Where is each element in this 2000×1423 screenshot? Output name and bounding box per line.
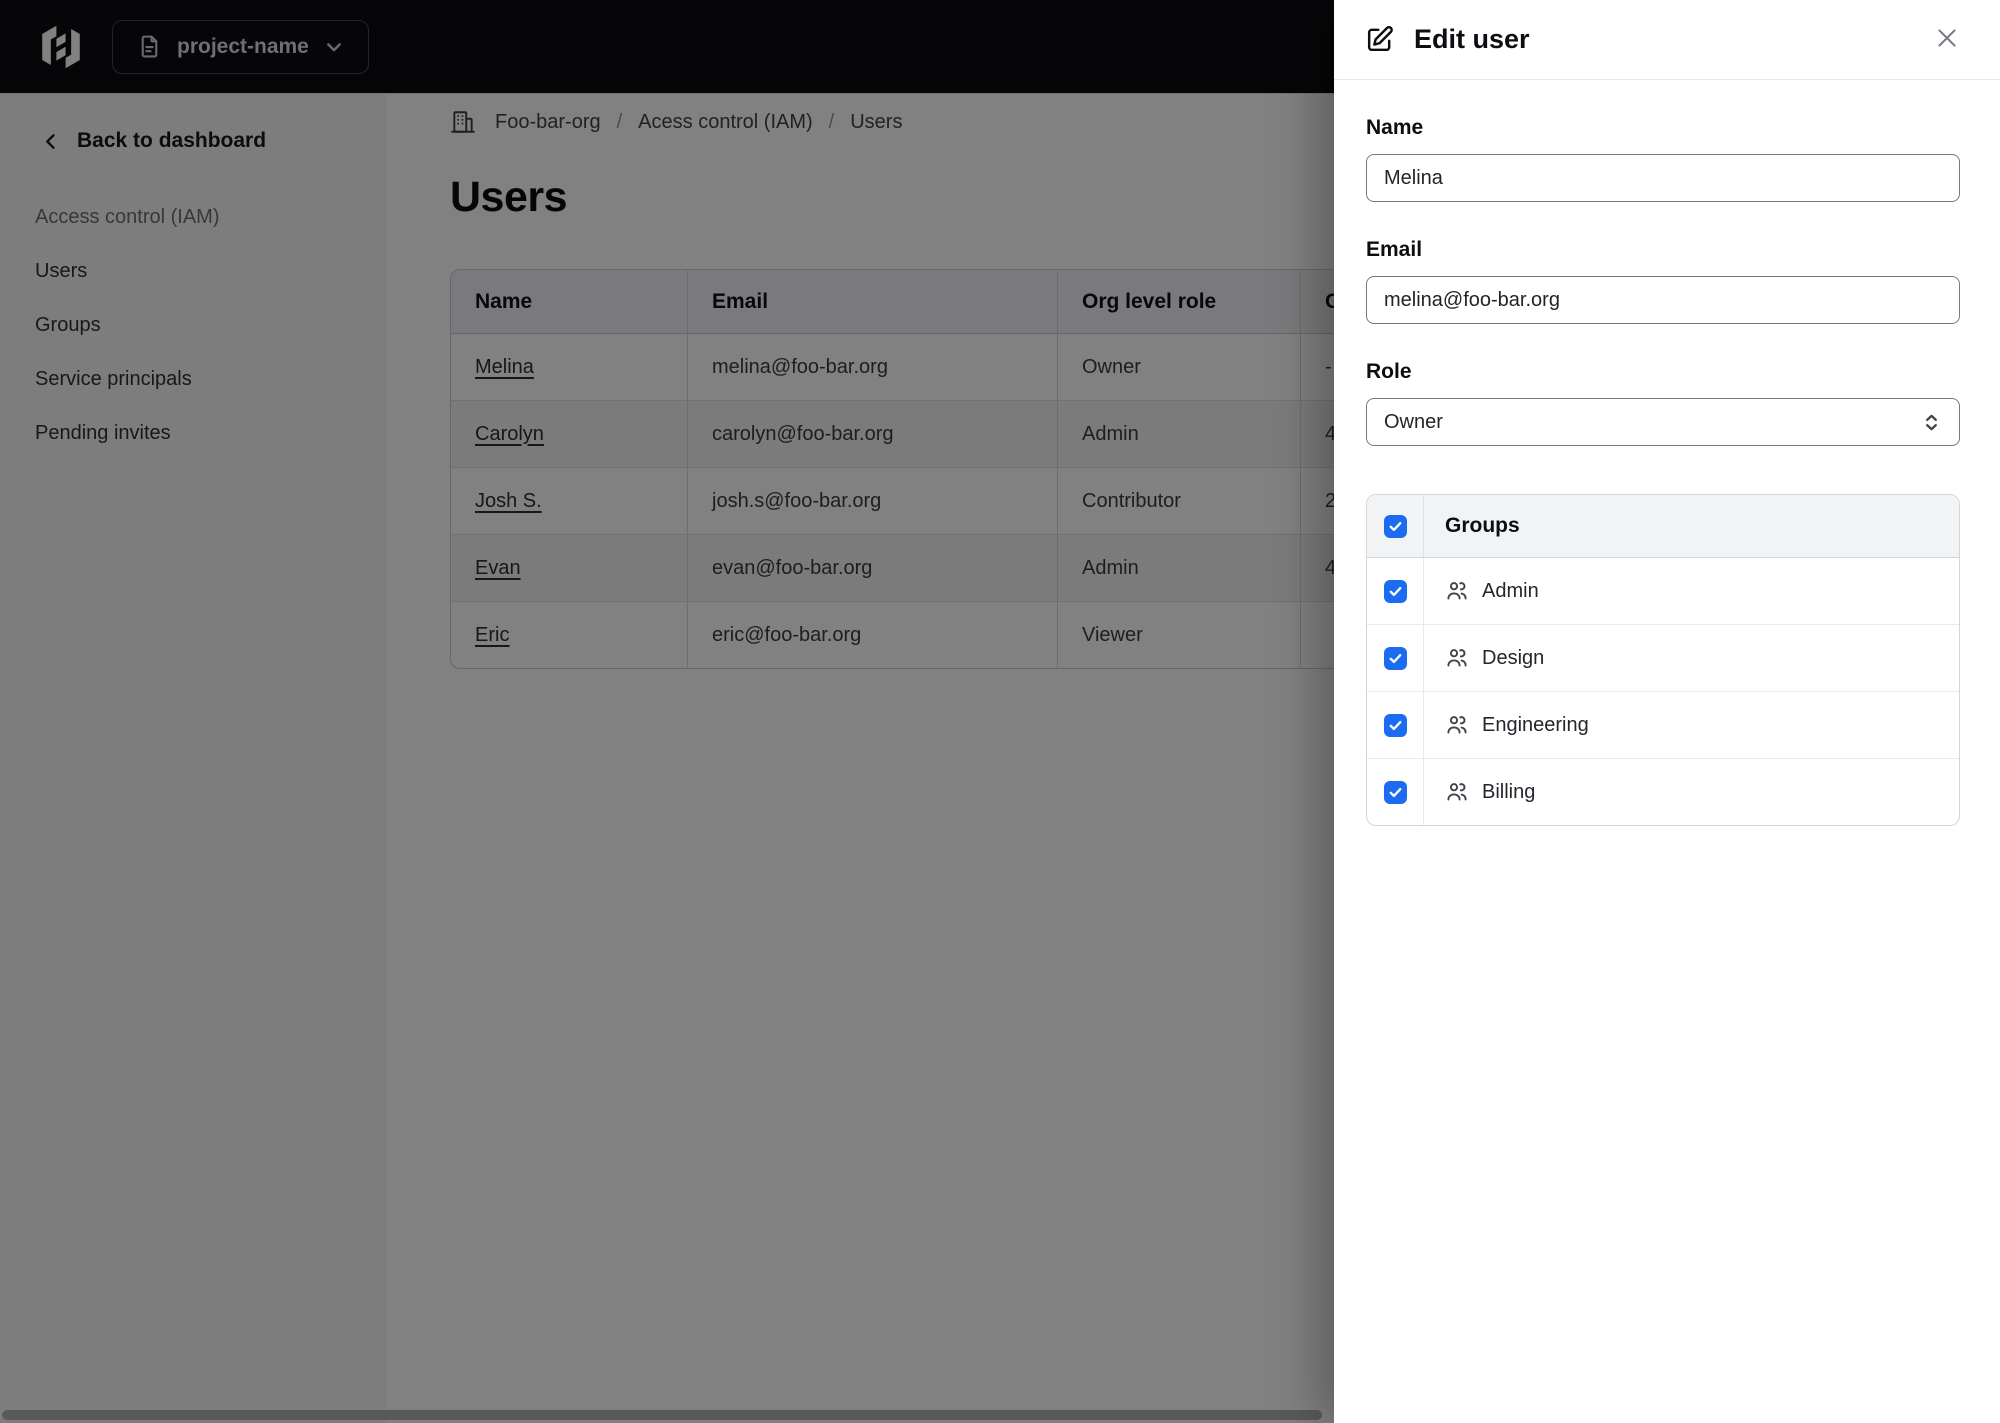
group-checkbox[interactable] (1383, 713, 1407, 737)
groups-panel-title: Groups (1445, 514, 1520, 537)
role-field-label: Role (1366, 360, 1412, 383)
groups-select-all-cell (1367, 495, 1424, 557)
group-label: Billing (1482, 780, 1536, 803)
edit-user-drawer: Edit user Name Melina Email melina@foo-b… (1334, 0, 2000, 1423)
email-field[interactable]: melina@foo-bar.org (1366, 276, 1960, 324)
group-checkbox[interactable] (1383, 646, 1407, 670)
name-field-label: Name (1366, 116, 1424, 139)
group-checkbox-cell (1367, 692, 1424, 758)
group-checkbox-cell (1367, 759, 1424, 825)
close-icon[interactable] (1932, 25, 1962, 55)
groups-panel-header: Groups (1367, 495, 1959, 558)
groups-list: Admin Design Engineering Billing (1367, 558, 1959, 825)
users-group-icon (1447, 649, 1467, 667)
name-field[interactable]: Melina (1366, 154, 1960, 202)
users-group-icon (1447, 582, 1467, 600)
users-group-icon (1447, 783, 1467, 801)
group-row-design: Design (1367, 625, 1959, 692)
group-checkbox-cell (1367, 625, 1424, 691)
drawer-header: Edit user (1334, 0, 2000, 80)
email-field-value: melina@foo-bar.org (1384, 288, 1560, 311)
role-select-value: Owner (1384, 410, 1443, 433)
modal-scrim (0, 0, 1334, 1423)
group-checkbox[interactable] (1383, 780, 1407, 804)
name-field-value: Melina (1384, 166, 1443, 189)
group-row-admin: Admin (1367, 558, 1959, 625)
group-row-billing: Billing (1367, 759, 1959, 825)
group-checkbox-cell (1367, 558, 1424, 624)
role-select[interactable]: Owner (1366, 398, 1960, 446)
drawer-title: Edit user (1414, 24, 1530, 54)
email-field-label: Email (1366, 238, 1423, 261)
app-root: project-name Back to dashboard Access co… (0, 0, 2000, 1423)
group-label: Engineering (1482, 713, 1589, 736)
users-group-icon (1447, 716, 1467, 734)
groups-panel: Groups Admin Design Engineering Billing (1366, 494, 1960, 826)
group-label: Design (1482, 646, 1545, 669)
group-checkbox[interactable] (1383, 579, 1407, 603)
drawer-body: Name Melina Email melina@foo-bar.org Rol… (1334, 114, 2000, 826)
select-all-checkbox[interactable] (1383, 514, 1407, 538)
chevron-up-down-icon (1926, 414, 1937, 430)
group-row-engineering: Engineering (1367, 692, 1959, 759)
edit-icon (1367, 25, 1393, 52)
group-label: Admin (1482, 579, 1539, 602)
